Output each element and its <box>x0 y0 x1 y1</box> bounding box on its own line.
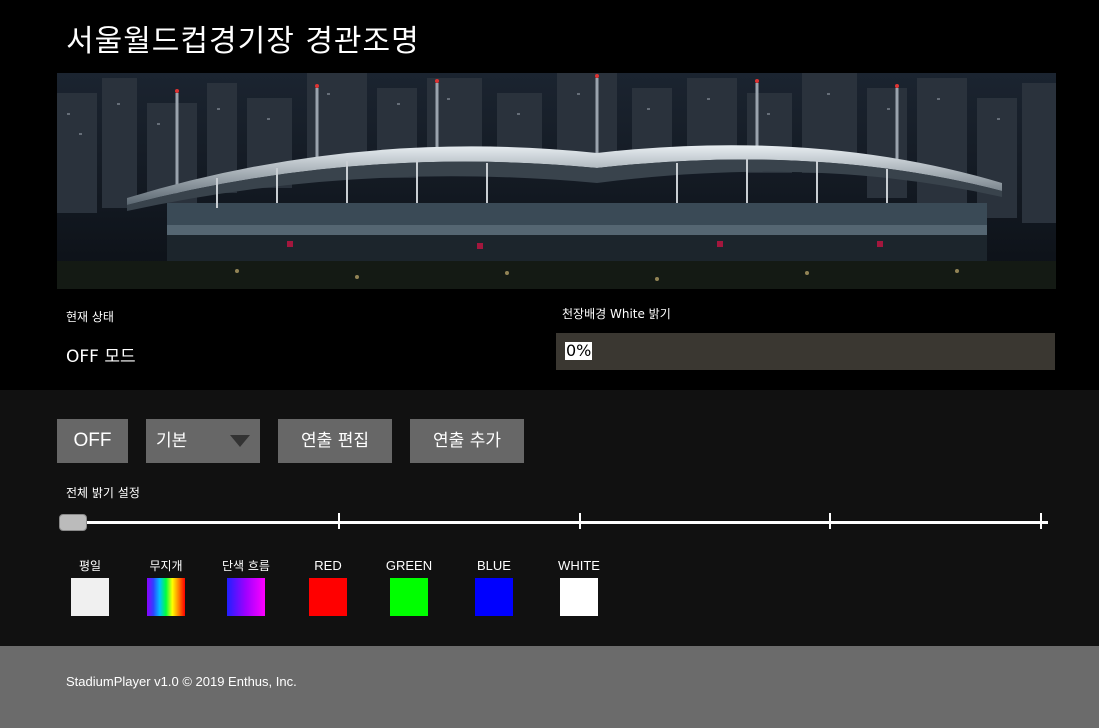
header-section: 서울월드컵경기장 경관조명 현재 상태 OFF 모드 천장배경 White 밝기… <box>0 0 1099 390</box>
preset-white[interactable]: WHITE <box>539 558 619 616</box>
preset-swatch[interactable] <box>390 578 428 616</box>
page-title: 서울월드컵경기장 경관조명 <box>66 24 420 59</box>
stadium-banner-image <box>57 73 1056 289</box>
add-show-button[interactable]: 연출 추가 <box>410 419 524 463</box>
current-status-value: OFF 모드 <box>66 347 136 367</box>
preset-label: 평일 <box>78 559 102 573</box>
slider-tick <box>338 513 340 529</box>
preset-swatch[interactable] <box>560 578 598 616</box>
triangle-down-icon <box>230 435 250 447</box>
preset-label: BLUE <box>477 558 511 573</box>
slider-thumb[interactable] <box>59 514 87 531</box>
preset-swatch[interactable] <box>309 578 347 616</box>
slider-tick <box>1040 513 1042 529</box>
ceiling-white-brightness-value: 0% <box>565 341 593 360</box>
preset-label: 단색 흐름 <box>222 559 270 573</box>
preset-swatch[interactable] <box>475 578 513 616</box>
footer-copyright: StadiumPlayer v1.0 © 2019 Enthus, Inc. <box>66 674 297 689</box>
preset-blue[interactable]: BLUE <box>454 558 534 616</box>
off-button[interactable]: OFF <box>57 419 128 463</box>
preset-single-color-flow[interactable]: 단색 흐름 <box>206 558 286 616</box>
preset-label: 무지개 <box>149 559 183 573</box>
preset-swatch[interactable] <box>71 578 109 616</box>
slider-tick <box>829 513 831 529</box>
slider-tick <box>579 513 581 529</box>
current-status-label: 현재 상태 <box>66 310 114 324</box>
master-brightness-slider[interactable] <box>59 508 1049 538</box>
preset-swatch[interactable] <box>147 578 185 616</box>
master-brightness-label: 전체 밝기 설정 <box>66 486 140 500</box>
preset-label: RED <box>314 558 342 573</box>
preset-rainbow[interactable]: 무지개 <box>126 558 206 616</box>
mode-select-value: 기본 <box>156 431 188 451</box>
preset-weekday[interactable]: 평일 <box>50 558 130 616</box>
preset-swatch[interactable] <box>227 578 265 616</box>
preset-label: WHITE <box>558 558 600 573</box>
slider-track[interactable] <box>59 521 1048 524</box>
preset-red[interactable]: RED <box>288 558 368 616</box>
control-panel: OFF 기본 연출 편집 연출 추가 전체 밝기 설정 평일 무지개 단색 흐름… <box>0 390 1099 646</box>
edit-show-button[interactable]: 연출 편집 <box>278 419 392 463</box>
preset-green[interactable]: GREEN <box>369 558 449 616</box>
preset-label: GREEN <box>385 558 433 573</box>
ceiling-white-brightness-label: 천장배경 White 밝기 <box>562 307 671 321</box>
footer: StadiumPlayer v1.0 © 2019 Enthus, Inc. <box>0 646 1099 728</box>
ceiling-white-brightness-field[interactable]: 0% <box>556 333 1055 370</box>
mode-select[interactable]: 기본 <box>146 419 260 463</box>
